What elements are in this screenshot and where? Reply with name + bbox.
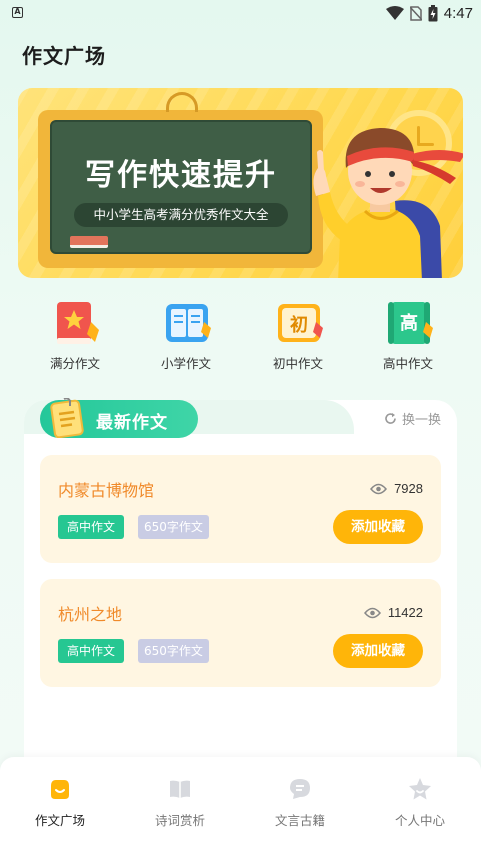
view-count-value: 11422 [387,605,423,620]
level-tag: 高中作文 [58,639,125,663]
home-essay-icon [51,780,69,799]
status-bar: A 4:47 [0,0,481,26]
red-book-star-icon [53,300,99,344]
view-count: 11422 [363,605,423,620]
list-item[interactable]: 内蒙古博物馆 7928 高中作文 650字作文 添加收藏 [40,455,441,563]
nav-poetry[interactable]: 诗词赏析 [120,777,240,829]
banner-subtitle: 中小学生高考满分优秀作文大全 [74,203,288,227]
a-icon: A [12,7,23,18]
chat-bubble-icon [290,779,310,799]
eye-icon [370,483,388,494]
view-count: 7928 [370,481,423,496]
no-sim-icon [409,5,422,21]
status-time: 4:47 [443,4,473,22]
nav-essay-square[interactable]: 作文广场 [0,777,120,829]
promo-banner[interactable]: 写作快速提升 中小学生高考满分优秀作文大全 [18,88,463,278]
chu-glyph: 初 [290,314,308,336]
add-favorite-button[interactable]: 添加收藏 [333,510,423,544]
wifi-icon [385,6,404,20]
refresh-icon [385,413,396,424]
refresh-button[interactable]: 换一换 [384,409,441,428]
page-title: 作文广场 [22,44,106,68]
nav-profile[interactable]: 个人中心 [360,777,480,829]
add-favorite-button[interactable]: 添加收藏 [333,634,423,668]
category-label: 满分作文 [49,356,100,371]
section-header: 最新作文 [40,398,198,438]
category-senior-high[interactable]: 高 高中作文 [368,300,448,372]
list-item[interactable]: 杭州之地 11422 高中作文 650字作文 添加收藏 [40,579,441,687]
section-title: 最新作文 [96,413,168,433]
star-user-icon [409,778,431,800]
blue-open-book-icon [164,300,211,344]
boy-illustration [313,128,463,278]
category-full-score[interactable]: 满分作文 [35,300,115,372]
bottom-nav: 作文广场 诗词赏析 文言古籍 个人中心 [0,757,481,855]
nav-label: 文言古籍 [274,813,325,828]
category-primary-school[interactable]: 小学作文 [146,300,226,372]
nav-label: 诗词赏析 [154,813,205,828]
level-tag: 高中作文 [58,515,125,539]
nav-label: 作文广场 [34,813,85,828]
essay-title[interactable]: 内蒙古博物馆 [58,477,154,501]
gao-glyph: 高 [400,312,418,334]
category-grid: 满分作文 小学作文 初 初中作文 高 高中作文 [18,300,463,376]
view-count-value: 7928 [394,481,423,496]
battery-charging-icon [428,4,438,21]
banner-title: 写作快速提升 [85,158,277,193]
word-count-tag: 650字作文 [138,639,209,663]
eye-icon [363,607,381,618]
notepad-icon [50,398,84,438]
essay-title[interactable]: 杭州之地 [58,601,122,625]
refresh-label: 换一换 [401,413,441,428]
category-label: 高中作文 [382,356,433,371]
book-icon [170,780,190,798]
nav-classics[interactable]: 文言古籍 [240,777,360,829]
yellow-chu-icon: 初 [276,300,323,344]
green-gao-icon: 高 [386,300,433,344]
word-count-tag: 650字作文 [138,515,209,539]
nav-label: 个人中心 [394,813,445,828]
book-icon [70,236,108,248]
category-junior-high[interactable]: 初 初中作文 [258,300,338,372]
category-label: 初中作文 [272,356,323,371]
category-label: 小学作文 [160,356,211,371]
